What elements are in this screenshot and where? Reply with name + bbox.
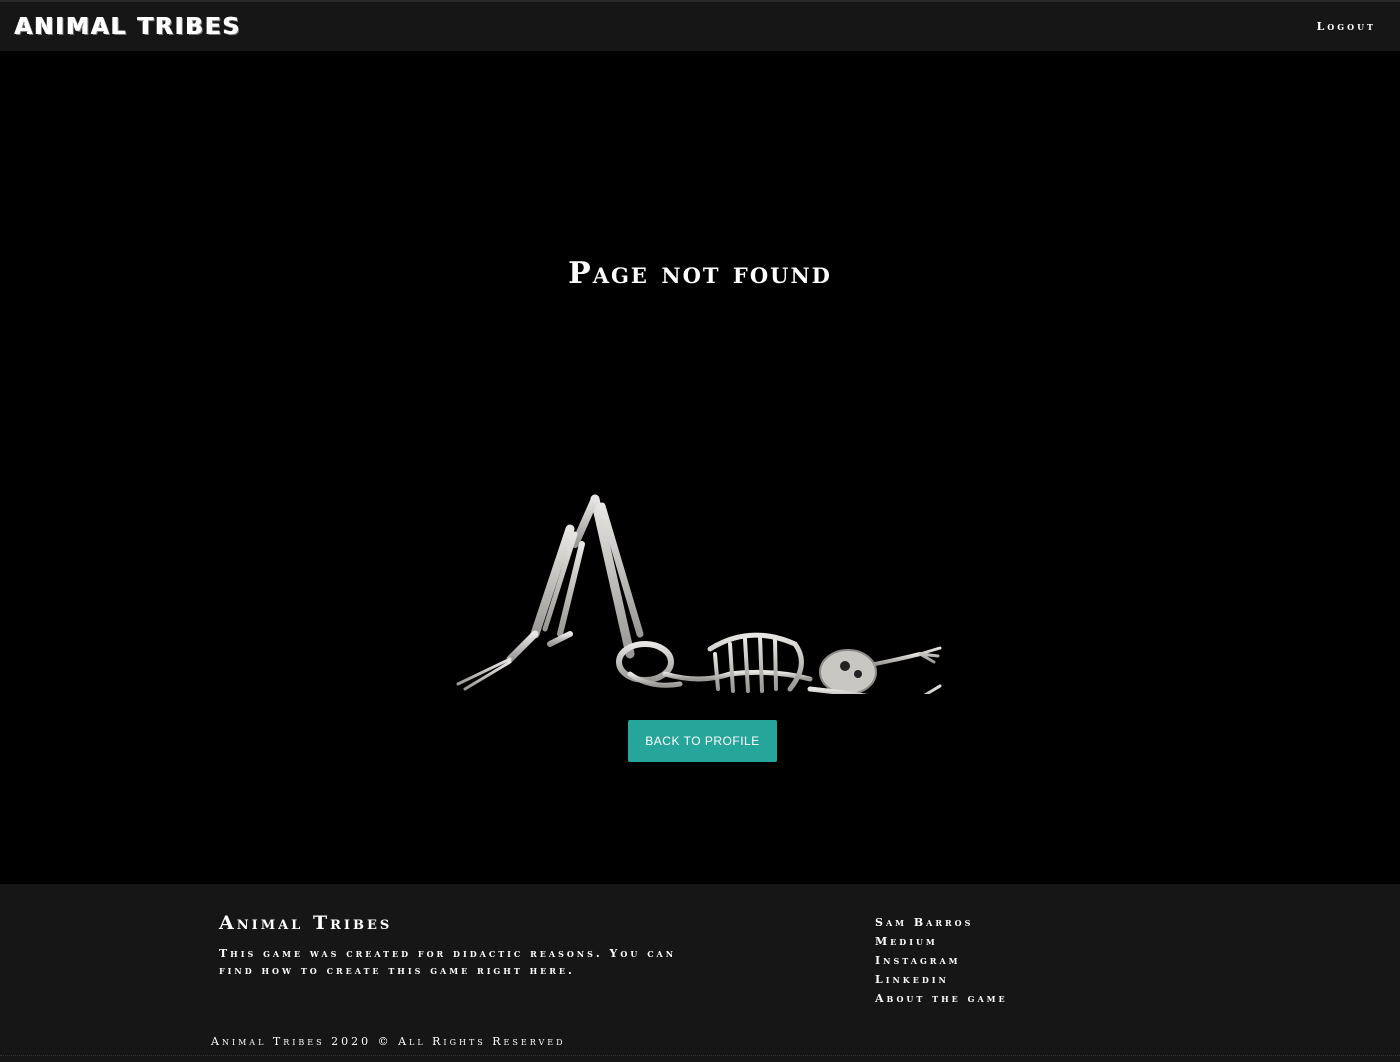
- footer-link-instagram[interactable]: Instagram: [875, 954, 961, 967]
- footer-link-medium[interactable]: Medium: [875, 935, 938, 948]
- main-content: Page not found BACK TO PROFILE: [0, 51, 1400, 884]
- footer-link-item: Sam Barros: [875, 912, 1008, 931]
- brand-logo-link[interactable]: ANIMAL TRIBES: [15, 14, 242, 40]
- copyright-text: Animal Tribes 2020 © All Rights Reserved: [211, 1035, 566, 1048]
- footer-link-linkedin[interactable]: Linkedin: [875, 973, 949, 986]
- page-title: Page not found: [568, 256, 832, 291]
- skeleton-illustration: [456, 494, 942, 694]
- footer-description: This game was created for didactic reaso…: [219, 947, 677, 977]
- footer-title: Animal Tribes: [219, 912, 393, 934]
- back-to-profile-button[interactable]: BACK TO PROFILE: [628, 720, 777, 762]
- site-footer: Animal Tribes This game was created for …: [0, 884, 1400, 1062]
- footer-link-item: About the game: [875, 988, 1008, 1007]
- footer-link-item: Instagram: [875, 950, 1008, 969]
- top-navbar: ANIMAL TRIBES Logout: [0, 0, 1400, 51]
- footer-divider: [0, 1055, 1400, 1056]
- footer-link-item: Linkedin: [875, 969, 1008, 988]
- footer-links: Sam Barros Medium Instagram Linkedin Abo…: [875, 912, 1008, 1007]
- logout-link[interactable]: Logout: [1317, 20, 1376, 33]
- footer-link-sam-barros[interactable]: Sam Barros: [875, 916, 973, 929]
- footer-link-about-the-game[interactable]: About the game: [875, 992, 1008, 1005]
- footer-link-item: Medium: [875, 931, 1008, 950]
